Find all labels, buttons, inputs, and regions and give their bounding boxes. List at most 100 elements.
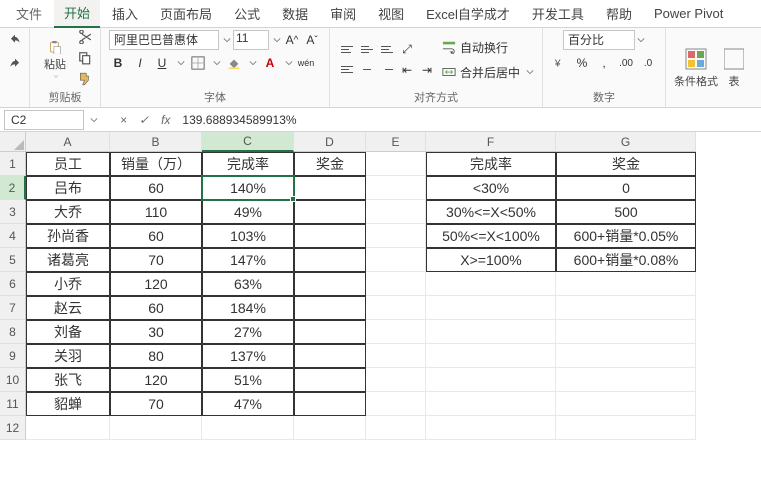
cell-C10[interactable]: 51% bbox=[202, 368, 294, 392]
align-top-icon[interactable] bbox=[338, 42, 356, 58]
cell-E6[interactable] bbox=[366, 272, 426, 296]
menu-insert[interactable]: 插入 bbox=[102, 0, 148, 27]
align-left-icon[interactable] bbox=[338, 62, 356, 78]
cell-C9[interactable]: 137% bbox=[202, 344, 294, 368]
menu-power-pivot[interactable]: Power Pivot bbox=[644, 2, 733, 25]
cell-B8[interactable]: 30 bbox=[110, 320, 202, 344]
borders-icon[interactable] bbox=[189, 54, 207, 72]
cell-F2[interactable]: <30% bbox=[426, 176, 556, 200]
col-header[interactable]: F bbox=[426, 132, 556, 152]
cell-D3[interactable] bbox=[294, 200, 366, 224]
bold-button[interactable]: B bbox=[109, 54, 127, 72]
decrease-decimal-icon[interactable]: .0 bbox=[639, 54, 657, 72]
menu-home[interactable]: 开始 bbox=[54, 0, 100, 28]
cell-B5[interactable]: 70 bbox=[110, 248, 202, 272]
fill-handle[interactable] bbox=[290, 196, 296, 202]
cell-A9[interactable]: 关羽 bbox=[26, 344, 110, 368]
increase-indent-icon[interactable]: ⇥ bbox=[418, 62, 436, 78]
cell-C8[interactable]: 27% bbox=[202, 320, 294, 344]
cell-B11[interactable]: 70 bbox=[110, 392, 202, 416]
cell-E1[interactable] bbox=[366, 152, 426, 176]
cell-E11[interactable] bbox=[366, 392, 426, 416]
cell-D5[interactable] bbox=[294, 248, 366, 272]
col-header[interactable]: G bbox=[556, 132, 696, 152]
cell-G10[interactable] bbox=[556, 368, 696, 392]
cell-A2[interactable]: 吕布 bbox=[26, 176, 110, 200]
cell-A5[interactable]: 诸葛亮 bbox=[26, 248, 110, 272]
cell-E5[interactable] bbox=[366, 248, 426, 272]
cell-G8[interactable] bbox=[556, 320, 696, 344]
cancel-icon[interactable]: × bbox=[114, 113, 133, 127]
conditional-formatting-button[interactable]: 条件格式 bbox=[674, 47, 718, 89]
cell-F3[interactable]: 30%<=X<50% bbox=[426, 200, 556, 224]
orientation-icon[interactable]: ⤢ bbox=[398, 42, 416, 58]
cell-G6[interactable] bbox=[556, 272, 696, 296]
copy-icon[interactable] bbox=[78, 51, 92, 68]
cell-C7[interactable]: 184% bbox=[202, 296, 294, 320]
currency-icon[interactable]: ¥ bbox=[551, 54, 569, 72]
cell-D8[interactable] bbox=[294, 320, 366, 344]
row-header[interactable]: 1 bbox=[0, 152, 26, 176]
increase-font-icon[interactable]: A^ bbox=[283, 31, 301, 49]
cell-B7[interactable]: 60 bbox=[110, 296, 202, 320]
row-header[interactable]: 8 bbox=[0, 320, 26, 344]
cell-C4[interactable]: 103% bbox=[202, 224, 294, 248]
cell-G5[interactable]: 600+销量*0.08% bbox=[556, 248, 696, 272]
cell-G2[interactable]: 0 bbox=[556, 176, 696, 200]
menu-page-layout[interactable]: 页面布局 bbox=[150, 0, 222, 27]
cell-E9[interactable] bbox=[366, 344, 426, 368]
cell-F10[interactable] bbox=[426, 368, 556, 392]
row-header[interactable]: 3 bbox=[0, 200, 26, 224]
underline-button[interactable]: U bbox=[153, 54, 171, 72]
cell-A12[interactable] bbox=[26, 416, 110, 440]
cell-G3[interactable]: 500 bbox=[556, 200, 696, 224]
menu-formulas[interactable]: 公式 bbox=[224, 0, 270, 27]
row-header[interactable]: 10 bbox=[0, 368, 26, 392]
cell-C6[interactable]: 63% bbox=[202, 272, 294, 296]
cell-C3[interactable]: 49% bbox=[202, 200, 294, 224]
menu-developer[interactable]: 开发工具 bbox=[522, 0, 594, 27]
cell-F4[interactable]: 50%<=X<100% bbox=[426, 224, 556, 248]
col-header[interactable]: A bbox=[26, 132, 110, 152]
cell-F7[interactable] bbox=[426, 296, 556, 320]
cell-C1[interactable]: 完成率 bbox=[202, 152, 294, 176]
cell-G7[interactable] bbox=[556, 296, 696, 320]
cell-D6[interactable] bbox=[294, 272, 366, 296]
name-box[interactable]: C2 bbox=[4, 110, 84, 130]
cell-D2[interactable] bbox=[294, 176, 366, 200]
cell-A11[interactable]: 貂蝉 bbox=[26, 392, 110, 416]
font-color-icon[interactable]: A bbox=[261, 54, 279, 72]
row-header[interactable]: 12 bbox=[0, 416, 26, 440]
cell-C11[interactable]: 47% bbox=[202, 392, 294, 416]
undo-icon[interactable] bbox=[6, 32, 24, 50]
cell-F5[interactable]: X>=100% bbox=[426, 248, 556, 272]
col-header[interactable]: B bbox=[110, 132, 202, 152]
font-name-select[interactable]: 阿里巴巴普惠体 bbox=[109, 30, 219, 50]
row-header[interactable]: 4 bbox=[0, 224, 26, 248]
font-size-select[interactable]: 11 bbox=[233, 30, 269, 50]
row-header[interactable]: 7 bbox=[0, 296, 26, 320]
align-right-icon[interactable] bbox=[378, 62, 396, 78]
cell-C2[interactable]: 140% bbox=[202, 176, 294, 200]
enter-icon[interactable]: ✓ bbox=[133, 113, 155, 127]
cell-B10[interactable]: 120 bbox=[110, 368, 202, 392]
col-header[interactable]: E bbox=[366, 132, 426, 152]
number-format-select[interactable]: 百分比 bbox=[563, 30, 635, 50]
cell-C12[interactable] bbox=[202, 416, 294, 440]
cell-A6[interactable]: 小乔 bbox=[26, 272, 110, 296]
cell-F8[interactable] bbox=[426, 320, 556, 344]
cell-F12[interactable] bbox=[426, 416, 556, 440]
cell-D12[interactable] bbox=[294, 416, 366, 440]
align-center-icon[interactable] bbox=[358, 62, 376, 78]
cell-B6[interactable]: 120 bbox=[110, 272, 202, 296]
cell-E7[interactable] bbox=[366, 296, 426, 320]
cell-E3[interactable] bbox=[366, 200, 426, 224]
cell-D4[interactable] bbox=[294, 224, 366, 248]
phonetic-icon[interactable]: wén bbox=[297, 54, 315, 72]
menu-data[interactable]: 数据 bbox=[272, 0, 318, 27]
cell-B3[interactable]: 110 bbox=[110, 200, 202, 224]
cell-G11[interactable] bbox=[556, 392, 696, 416]
row-header[interactable]: 5 bbox=[0, 248, 26, 272]
row-header[interactable]: 6 bbox=[0, 272, 26, 296]
cell-B2[interactable]: 60 bbox=[110, 176, 202, 200]
